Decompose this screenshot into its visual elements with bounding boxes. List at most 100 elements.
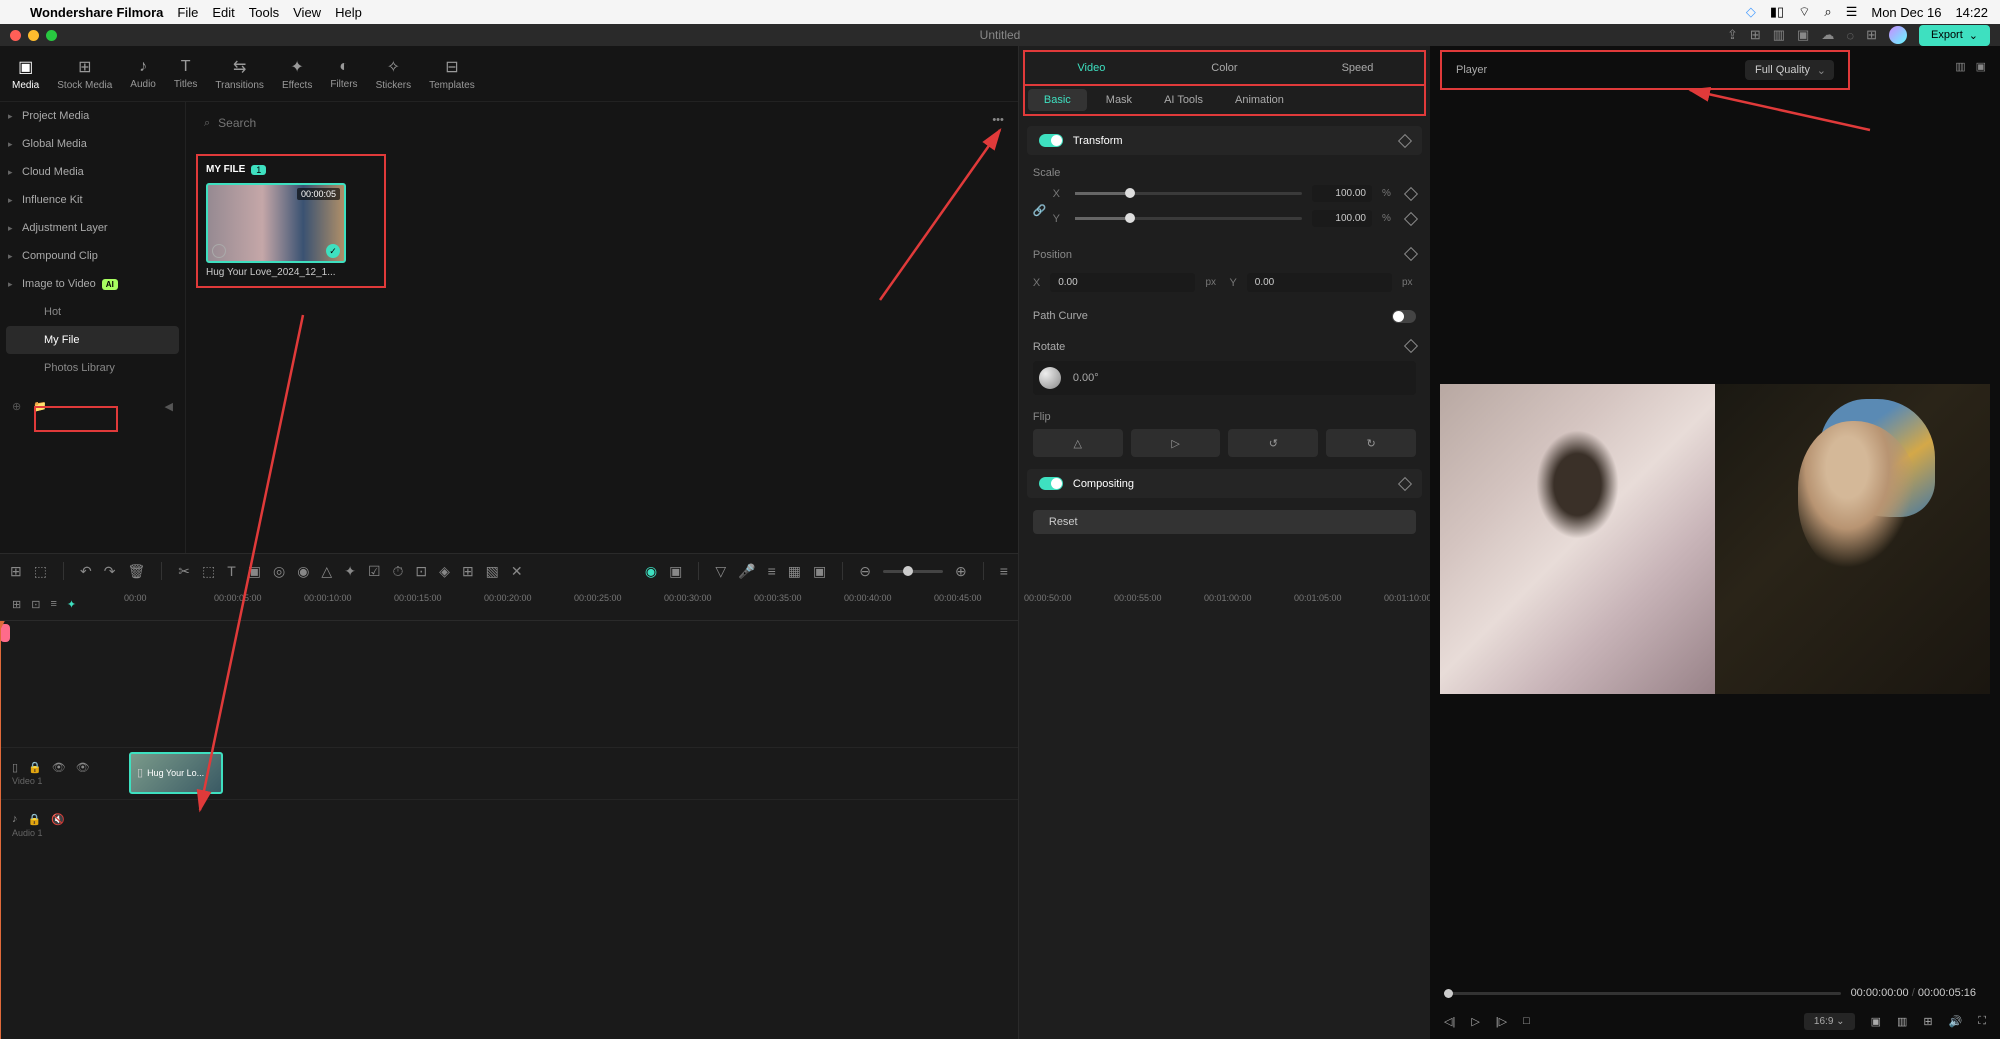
keyframe-icon[interactable] [1404,211,1418,225]
rotate-knob[interactable] [1039,367,1061,389]
sidebar-sub-photos-library[interactable]: Photos Library [0,354,185,382]
tab-speed[interactable]: Speed [1291,52,1424,84]
close-window-button[interactable] [10,30,21,41]
zoom-slider[interactable] [883,570,943,573]
track-mute-icon[interactable]: 👁 [52,761,66,774]
avatar[interactable] [1889,26,1907,44]
transform-toggle[interactable] [1039,134,1063,147]
media-thumbnail[interactable]: 00:00:05 ✓ [206,183,346,263]
zoom-out-icon[interactable]: ⊖ [859,563,871,580]
menu-edit[interactable]: Edit [212,5,234,20]
wifi-icon[interactable]: ⌔ [1798,4,1810,20]
search-bar[interactable]: ⌕ [196,112,1008,134]
more-options-icon[interactable]: ••• [992,114,1004,126]
scale-x-value[interactable]: 100.00 [1312,185,1372,202]
timeline-ruler[interactable]: 00:0000:00:05:0000:00:10:0000:00:15:0000… [124,589,1018,620]
date[interactable]: Mon Dec 16 [1871,5,1941,20]
tool-media[interactable]: ▣Media [12,57,39,91]
scale-x-slider[interactable] [1075,192,1302,195]
ruler-icon[interactable]: ✦ [67,598,76,611]
tool-icon[interactable]: ▣ [669,563,682,580]
cloud-icon[interactable]: ☁ [1821,27,1834,43]
control-center-icon[interactable]: ☰ [1846,4,1858,20]
collapse-icon[interactable]: ◀ [165,400,173,413]
crop-icon[interactable]: ⬚ [202,563,215,580]
tool-stock-media[interactable]: ⊞Stock Media [57,57,112,91]
subtab-aitools[interactable]: AI Tools [1148,86,1219,114]
tool-icon[interactable]: ▧ [486,563,499,580]
keyframe-icon[interactable] [1404,339,1418,353]
menu-view[interactable]: View [293,5,321,20]
speed-icon[interactable]: ⏱ [393,563,404,580]
record-icon[interactable]: ◉ [645,563,657,580]
tool-stickers[interactable]: ✧Stickers [376,57,412,91]
tab-video[interactable]: Video [1025,52,1158,84]
fullscreen-icon[interactable]: ⛶ [1978,1015,1986,1028]
sys-icon[interactable]: ◇ [1746,4,1756,20]
spotlight-icon[interactable]: ⌕ [1824,4,1831,20]
battery-icon[interactable]: ▮▯ [1770,4,1784,20]
marker-icon[interactable]: ▽ [715,563,726,580]
app-name[interactable]: Wondershare Filmora [30,5,163,20]
sidebar-item-adjustment-layer[interactable]: ▸Adjustment Layer [0,214,185,242]
cut-icon[interactable]: ✂ [178,563,190,580]
prev-frame-icon[interactable]: ◁| [1444,1015,1455,1028]
keyframe-icon[interactable] [1398,133,1412,147]
tool-titles[interactable]: TTitles [174,58,198,90]
mic-icon[interactable]: 🎤 [738,563,755,580]
tool-pointer-icon[interactable]: ⬚ [34,563,47,580]
render-icon[interactable]: ▣ [1797,27,1809,43]
preview-tool-icon[interactable]: ▥ [1897,1015,1907,1028]
position-y-input[interactable]: 0.00 [1247,273,1392,292]
track-mute-icon[interactable]: 🔇 [51,813,65,826]
subtab-animation[interactable]: Animation [1219,86,1300,114]
rotate-ccw-button[interactable]: ↺ [1228,429,1318,457]
tool-icon[interactable]: ◉ [297,563,309,580]
maximize-window-button[interactable] [46,30,57,41]
redo-icon[interactable]: ↷ [104,563,116,580]
keyframe-icon[interactable] [1404,186,1418,200]
crop2-icon[interactable]: ▣ [248,563,261,580]
tool-icon[interactable]: ☑ [368,563,381,580]
tool-icon[interactable]: ▦ [788,563,801,580]
ruler-icon[interactable]: ⊡ [31,598,40,611]
rotate-cw-button[interactable]: ↻ [1326,429,1416,457]
sidebar-item-influence-kit[interactable]: ▸Influence Kit [0,186,185,214]
tool-icon[interactable]: ◈ [439,563,450,580]
tool-icon[interactable]: △ [321,563,332,580]
tool-transitions[interactable]: ⇆Transitions [215,57,264,91]
notify-icon[interactable]: ◌ [1846,28,1854,43]
reset-button[interactable]: Reset [1033,510,1416,534]
track-eye-icon[interactable]: 👁 [76,761,90,774]
tool-icon[interactable]: ✦ [344,563,356,580]
minimize-window-button[interactable] [28,30,39,41]
tool-icon[interactable]: ▣ [813,563,826,580]
volume-icon[interactable]: 🔊 [1949,1015,1963,1028]
tab-color[interactable]: Color [1158,52,1291,84]
compositing-toggle[interactable] [1039,477,1063,490]
undo-icon[interactable]: ↶ [80,563,92,580]
tool-grid-icon[interactable]: ⊞ [10,563,22,580]
sidebar-item-image-to-video[interactable]: ▸Image to VideoAI [0,270,185,298]
sidebar-item-compound-clip[interactable]: ▸Compound Clip [0,242,185,270]
snapshot-icon[interactable]: ▣ [1976,60,1986,73]
tool-audio[interactable]: ♪Audio [130,58,156,90]
subtab-mask[interactable]: Mask [1090,86,1148,114]
preview-scrubber[interactable] [1444,992,1841,995]
ruler-icon[interactable]: ⊞ [12,598,21,611]
keyframe-icon[interactable] [1398,476,1412,490]
sidebar-sub-hot[interactable]: Hot [0,298,185,326]
sidebar-item-project-media[interactable]: ▸Project Media [0,102,185,130]
scale-y-slider[interactable] [1075,217,1302,220]
timeline-clip[interactable]: ▯ Hug Your Lo... [129,752,223,794]
tool-icon[interactable]: ✕ [511,563,523,580]
sidebar-item-cloud-media[interactable]: ▸Cloud Media [0,158,185,186]
aspect-ratio[interactable]: 16:9 ⌄ [1804,1013,1855,1030]
transform-section-header[interactable]: Transform [1027,126,1422,155]
flip-horizontal-button[interactable]: △ [1033,429,1123,457]
apps-icon[interactable]: ⊞ [1866,27,1877,43]
tool-icon[interactable]: ⊞ [462,563,474,580]
track-video-icon[interactable]: ▯ [12,761,18,774]
compositing-section-header[interactable]: Compositing [1027,469,1422,498]
quality-selector[interactable]: Full Quality [1745,60,1834,80]
